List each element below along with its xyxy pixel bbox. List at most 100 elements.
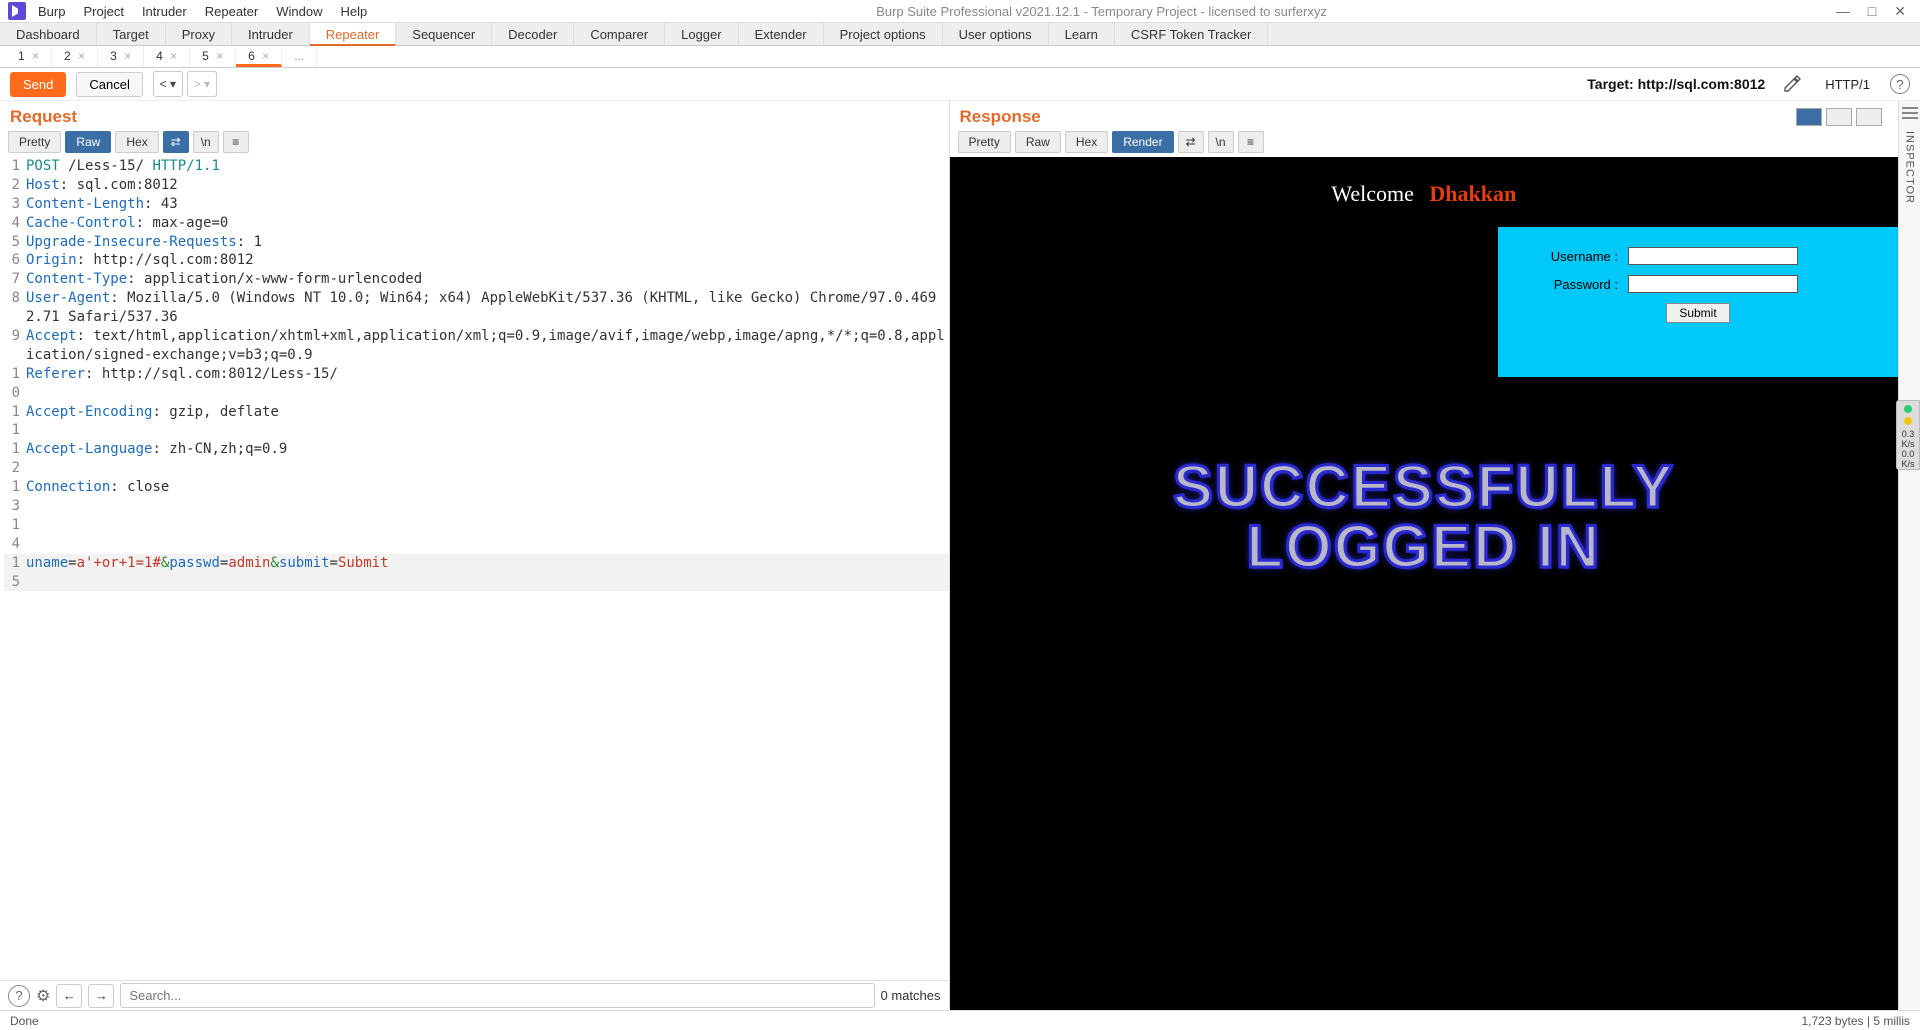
response-view-raw[interactable]: Raw xyxy=(1015,131,1061,153)
request-menu-icon[interactable]: ≡ xyxy=(223,131,249,153)
menu-burp[interactable]: Burp xyxy=(38,4,65,19)
menu-project[interactable]: Project xyxy=(83,4,123,19)
layout-columns-icon[interactable] xyxy=(1796,108,1822,126)
response-menu-icon[interactable]: ≡ xyxy=(1238,131,1264,153)
status-right: 1,723 bytes | 5 millis xyxy=(1802,1014,1911,1028)
tab-proxy[interactable]: Proxy xyxy=(166,23,232,45)
menu-intruder[interactable]: Intruder xyxy=(142,4,187,19)
code-line-3[interactable]: 3Content-Length: 43 xyxy=(4,195,949,214)
main-tabs: DashboardTargetProxyIntruderRepeaterSequ… xyxy=(0,22,1920,46)
layout-tabs-icon[interactable] xyxy=(1856,108,1882,126)
success-line1: SUCCESSFULLY xyxy=(950,457,1899,517)
inspector-toggle-icon[interactable] xyxy=(1902,107,1918,119)
response-view-pretty[interactable]: Pretty xyxy=(958,131,1011,153)
tab-logger[interactable]: Logger xyxy=(665,23,738,45)
response-title: Response xyxy=(960,107,1041,127)
login-submit-button[interactable]: Submit xyxy=(1666,303,1729,323)
password-input[interactable] xyxy=(1628,275,1798,293)
response-render[interactable]: Welcome Dhakkan Username : Password : Su… xyxy=(950,157,1899,1010)
cancel-button[interactable]: Cancel xyxy=(76,72,142,97)
target-label: Target: http://sql.com:8012 xyxy=(1587,76,1765,92)
code-line-14[interactable]: 14 xyxy=(4,516,949,554)
indicator-val-b: 0.0 xyxy=(1897,449,1919,459)
welcome-text: Welcome xyxy=(1331,181,1414,206)
code-line-9[interactable]: 9Accept: text/html,application/xhtml+xml… xyxy=(4,327,949,365)
code-line-13[interactable]: 13Connection: close xyxy=(4,478,949,516)
request-view-pretty[interactable]: Pretty xyxy=(8,131,61,153)
indicator-dot-yellow xyxy=(1904,417,1912,425)
repeater-tab-5[interactable]: 5 × xyxy=(190,46,236,67)
menu-window[interactable]: Window xyxy=(276,4,322,19)
forward-button[interactable]: > ▾ xyxy=(187,71,217,97)
tab-dashboard[interactable]: Dashboard xyxy=(0,23,97,45)
password-label: Password : xyxy=(1528,277,1618,292)
close-icon[interactable]: ✕ xyxy=(1894,3,1906,20)
help-icon[interactable]: ? xyxy=(1890,74,1910,94)
username-input[interactable] xyxy=(1628,247,1798,265)
tab-target[interactable]: Target xyxy=(97,23,166,45)
http-version[interactable]: HTTP/1 xyxy=(1825,77,1870,92)
code-line-5[interactable]: 5Upgrade-Insecure-Requests: 1 xyxy=(4,233,949,252)
help-search-icon[interactable]: ? xyxy=(8,985,30,1007)
maximize-icon[interactable]: □ xyxy=(1868,3,1876,20)
search-next-button[interactable]: → xyxy=(88,984,114,1008)
repeater-tab-6[interactable]: 6 × xyxy=(236,46,282,67)
code-line-12[interactable]: 12Accept-Language: zh-CN,zh;q=0.9 xyxy=(4,440,949,478)
tab-repeater[interactable]: Repeater xyxy=(310,23,396,46)
tab-user-options[interactable]: User options xyxy=(943,23,1049,45)
tab-learn[interactable]: Learn xyxy=(1049,23,1115,45)
code-line-15[interactable]: 15uname=a'+or+1=1#&passwd=admin&submit=S… xyxy=(4,554,949,592)
code-line-6[interactable]: 6Origin: http://sql.com:8012 xyxy=(4,251,949,270)
tab-intruder[interactable]: Intruder xyxy=(232,23,310,45)
request-header: Request xyxy=(0,101,949,131)
tab-extender[interactable]: Extender xyxy=(739,23,824,45)
code-line-2[interactable]: 2Host: sql.com:8012 xyxy=(4,176,949,195)
tab-csrf-token-tracker[interactable]: CSRF Token Tracker xyxy=(1115,23,1268,45)
settings-icon[interactable]: ⚙ xyxy=(36,986,50,1006)
tab-sequencer[interactable]: Sequencer xyxy=(396,23,492,45)
code-line-1[interactable]: 1POST /Less-15/ HTTP/1.1 xyxy=(4,157,949,176)
indicator-unit-b: K/s xyxy=(1897,459,1919,469)
request-pane: Request PrettyRawHex⇄\n≡ 1POST /Less-15/… xyxy=(0,101,950,1010)
tab-decoder[interactable]: Decoder xyxy=(492,23,574,45)
menu-repeater[interactable]: Repeater xyxy=(205,4,258,19)
repeater-tab-1[interactable]: 1 × xyxy=(6,46,52,67)
edit-target-icon[interactable] xyxy=(1783,75,1801,93)
search-input[interactable] xyxy=(120,983,874,1008)
window-title: Burp Suite Professional v2021.12.1 - Tem… xyxy=(367,4,1836,19)
request-wrap-icon[interactable]: ⇄ xyxy=(163,131,189,153)
response-view-hex[interactable]: Hex xyxy=(1065,131,1108,153)
layout-rows-icon[interactable] xyxy=(1826,108,1852,126)
target-label-text: Target: xyxy=(1587,76,1633,92)
code-line-10[interactable]: 10Referer: http://sql.com:8012/Less-15/ xyxy=(4,365,949,403)
request-editor[interactable]: 1POST /Less-15/ HTTP/1.12Host: sql.com:8… xyxy=(0,157,949,980)
repeater-tab-3[interactable]: 3 × xyxy=(98,46,144,67)
tab-project-options[interactable]: Project options xyxy=(824,23,943,45)
indicator-val-a: 0.3 xyxy=(1897,429,1919,439)
menu-help[interactable]: Help xyxy=(340,4,367,19)
tab-comparer[interactable]: Comparer xyxy=(574,23,665,45)
password-row: Password : xyxy=(1528,275,1868,293)
send-button[interactable]: Send xyxy=(10,72,66,97)
inspector-label: INSPECTOR xyxy=(1904,131,1916,204)
code-line-11[interactable]: 11Accept-Encoding: gzip, deflate xyxy=(4,403,949,441)
request-newline-icon[interactable]: \n xyxy=(193,131,219,153)
back-button[interactable]: < ▾ xyxy=(153,71,183,97)
code-line-4[interactable]: 4Cache-Control: max-age=0 xyxy=(4,214,949,233)
repeater-tab-more[interactable]: ... xyxy=(282,46,317,67)
code-line-7[interactable]: 7Content-Type: application/x-www-form-ur… xyxy=(4,270,949,289)
search-prev-button[interactable]: ← xyxy=(56,984,82,1008)
search-matches: 0 matches xyxy=(881,988,941,1003)
request-view-tabs: PrettyRawHex⇄\n≡ xyxy=(0,131,949,157)
response-newline-icon[interactable]: \n xyxy=(1208,131,1234,153)
username-label: Username : xyxy=(1528,249,1618,264)
code-line-8[interactable]: 8User-Agent: Mozilla/5.0 (Windows NT 10.… xyxy=(4,289,949,327)
repeater-tab-2[interactable]: 2 × xyxy=(52,46,98,67)
minimize-icon[interactable]: — xyxy=(1836,3,1850,20)
repeater-tab-4[interactable]: 4 × xyxy=(144,46,190,67)
request-view-raw[interactable]: Raw xyxy=(65,131,111,153)
response-view-render[interactable]: Render xyxy=(1112,131,1173,153)
response-wrap-icon[interactable]: ⇄ xyxy=(1178,131,1204,153)
request-view-hex[interactable]: Hex xyxy=(115,131,158,153)
status-bar: Done 1,723 bytes | 5 millis xyxy=(0,1010,1920,1030)
